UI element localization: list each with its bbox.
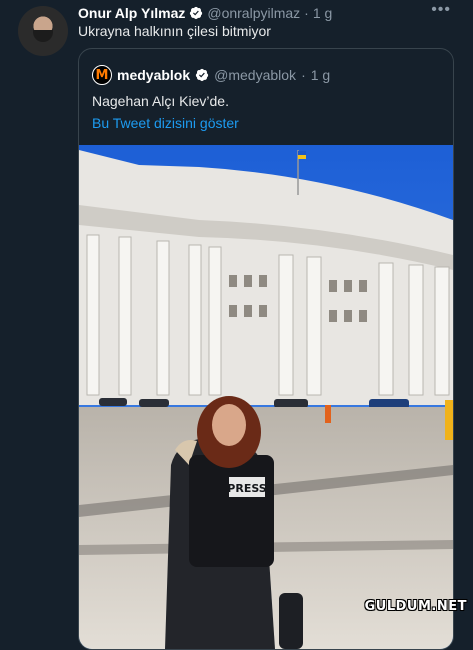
quoted-verified-badge-icon — [196, 68, 209, 82]
quoted-author-handle[interactable]: @medyablok — [214, 67, 296, 83]
press-label-text: PRESS — [227, 482, 266, 495]
avatar-beard — [33, 30, 53, 42]
quoted-author-avatar[interactable]: M — [92, 65, 112, 85]
watermark: GULDUM.NET — [364, 599, 467, 614]
tweet-time[interactable]: 1 g — [313, 5, 332, 21]
show-thread-link[interactable]: Bu Tweet dizisini göster — [92, 115, 239, 131]
verified-badge-icon — [190, 6, 203, 20]
quoted-tweet-time[interactable]: 1 g — [311, 67, 330, 83]
photo-illustration: PRESS — [79, 145, 453, 649]
author-avatar[interactable] — [18, 6, 68, 56]
quoted-tweet-text: Nagehan Alçı Kiev’de. — [92, 93, 229, 109]
quoted-time-separator: · — [301, 67, 306, 83]
author-handle[interactable]: @onralpyilmaz — [207, 5, 300, 21]
quoted-author-name[interactable]: medyablok — [117, 67, 190, 83]
time-separator: · — [304, 5, 309, 21]
medyablok-logo-letter: M — [95, 67, 109, 83]
tweet-photo[interactable]: PRESS — [79, 145, 453, 649]
more-horizontal-icon[interactable]: ••• — [431, 1, 451, 19]
quoted-tweet-card[interactable]: M medyablok @medyablok · 1 g Nagehan Alç… — [78, 48, 454, 650]
quoted-tweet-header: M medyablok @medyablok · 1 g — [92, 65, 330, 85]
author-name[interactable]: Onur Alp Yılmaz — [78, 5, 185, 21]
tweet-text: Ukrayna halkının çilesi bitmiyor — [78, 23, 271, 39]
tweet-header: Onur Alp Yılmaz @onralpyilmaz · 1 g — [78, 4, 332, 22]
